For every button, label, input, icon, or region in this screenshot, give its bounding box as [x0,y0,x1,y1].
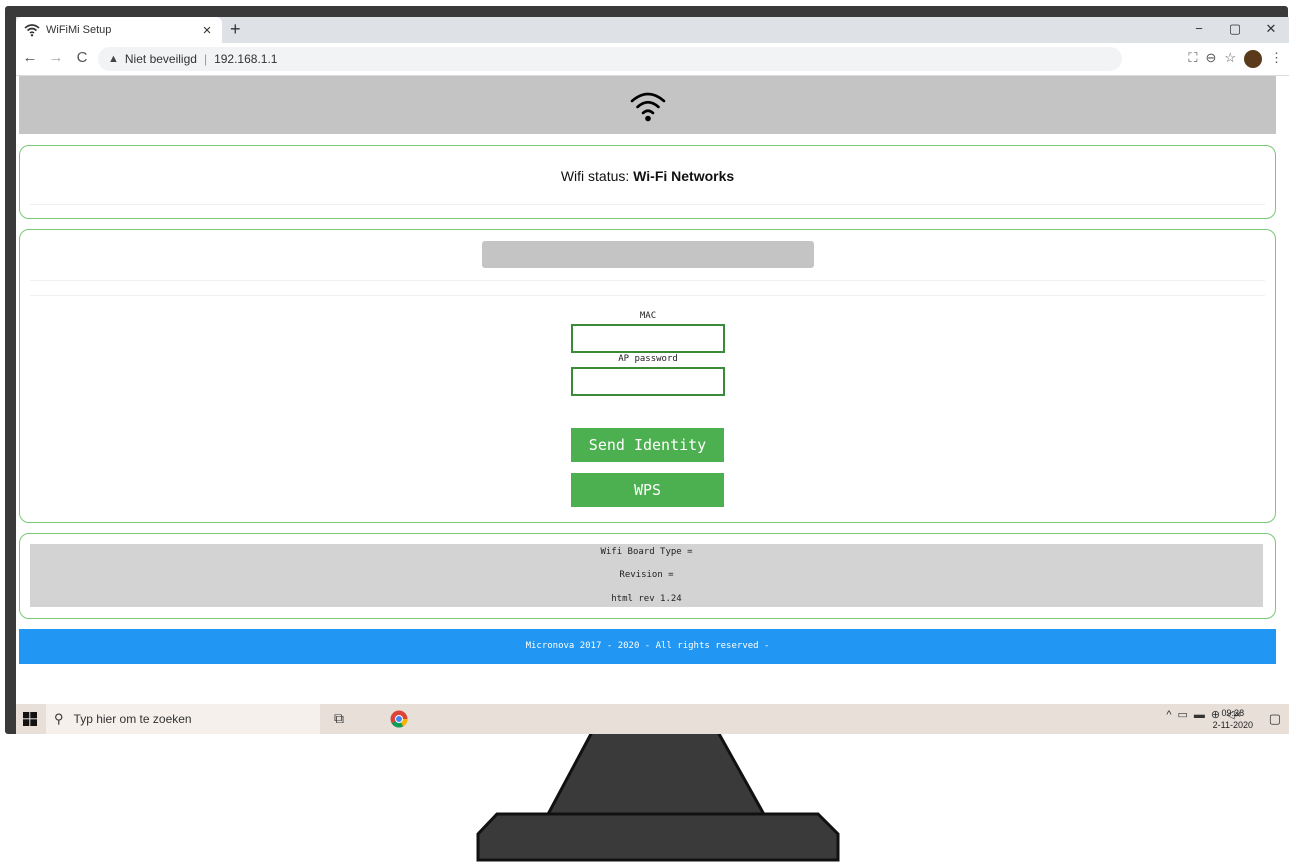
address-bar-row: ← → C ▲ Niet beveiligd | 192.168.1.1 ⛶ ⊖… [16,43,1289,76]
close-window-button[interactable]: ✕ [1253,17,1289,43]
send-identity-button[interactable]: Send Identity [571,428,724,462]
window-controls: − ▢ ✕ [1181,17,1289,43]
forward-arrow-icon[interactable]: → [46,49,66,66]
divider [30,295,1265,296]
profile-avatar[interactable] [1244,50,1262,68]
identity-form-card: MAC AP password Send Identity WPS [19,229,1276,523]
task-view-icon[interactable]: ⧉ [334,710,344,727]
security-label[interactable]: Niet beveiligd [125,52,197,66]
wifi-status-value: Wi-Fi Networks [633,168,735,184]
wifi-icon [24,24,40,37]
chrome-icon[interactable] [390,710,408,728]
warning-icon[interactable]: ▲ [108,53,119,65]
ap-password-label: AP password [618,354,678,364]
page-footer: Micronova 2017 - 2020 - All rights reser… [19,629,1276,664]
ap-password-input[interactable] [571,367,725,396]
divider [30,280,1265,281]
translate-icon[interactable]: ⛶ [1188,50,1197,68]
wifi-status: Wifi status: Wi-Fi Networks [20,168,1275,184]
wps-button[interactable]: WPS [571,473,724,507]
wifi-status-label: Wifi status: [560,168,634,184]
url-separator: | [203,52,208,66]
browser-toolbar: ⛶ ⊖ ☆ ⋮ [1188,50,1283,68]
board-info-box: Wifi Board Type = Revision = html rev 1.… [30,544,1263,607]
battery-icon[interactable]: ▬ [1194,709,1205,721]
board-type-text: Wifi Board Type = [600,547,693,557]
search-icon: ⚲ [54,711,64,726]
new-tab-button[interactable]: + [230,19,241,40]
browser-tab-strip: WiFiMi Setup × + − ▢ ✕ [16,17,1289,43]
windows-start-icon[interactable] [23,712,37,726]
clock-time: 09:28 [1221,708,1245,718]
maximize-button[interactable]: ▢ [1217,17,1253,43]
taskbar-search-box[interactable]: ⚲ Typ hier om te zoeken [46,704,320,734]
url-text[interactable]: 192.168.1.1 [214,52,277,66]
minimize-button[interactable]: − [1181,17,1217,43]
browser-tab[interactable]: WiFiMi Setup × [16,17,222,43]
page-viewport: Wifi status: Wi-Fi Networks MAC AP passw… [16,76,1289,703]
omnibox[interactable]: ▲ Niet beveiligd | 192.168.1.1 [98,47,1122,71]
back-arrow-icon[interactable]: ← [20,49,40,66]
chevron-up-icon[interactable]: ^ [1166,709,1171,721]
tab-close-icon[interactable]: × [198,22,216,39]
search-placeholder: Typ hier om te zoeken [73,712,192,726]
reload-icon[interactable]: C [72,49,92,66]
revision-text: Revision = [619,570,674,580]
menu-kebab-icon[interactable]: ⋮ [1270,50,1283,68]
wifi-logo-icon [630,92,666,122]
screen: WiFiMi Setup × + − ▢ ✕ ← → C ▲ Niet beve… [16,17,1289,734]
wifi-status-card: Wifi status: Wi-Fi Networks [19,145,1276,219]
bookmark-star-icon[interactable]: ☆ [1224,50,1236,68]
mac-input[interactable] [571,324,725,353]
notification-icon[interactable]: ▢ [1269,711,1281,727]
windows-taskbar: ⚲ Typ hier om te zoeken ⧉ ^ ▭ ▬ ⊕ ◁× 09:… [16,704,1289,734]
mac-label: MAC [639,311,657,321]
monitor-bezel: WiFiMi Setup × + − ▢ ✕ ← → C ▲ Niet beve… [5,6,1289,734]
taskbar-clock[interactable]: 09:28 2-11-2020 [1213,707,1253,731]
network-tray-icon[interactable]: ▭ [1177,708,1187,721]
html-rev-text: html rev 1.24 [611,594,682,604]
board-info-card: Wifi Board Type = Revision = html rev 1.… [19,533,1276,619]
header-banner [19,76,1276,134]
divider [30,204,1265,205]
clock-date: 2-11-2020 [1212,720,1253,730]
network-select-bar[interactable] [482,241,814,268]
zoom-icon[interactable]: ⊖ [1205,50,1216,68]
tab-title: WiFiMi Setup [46,24,112,36]
